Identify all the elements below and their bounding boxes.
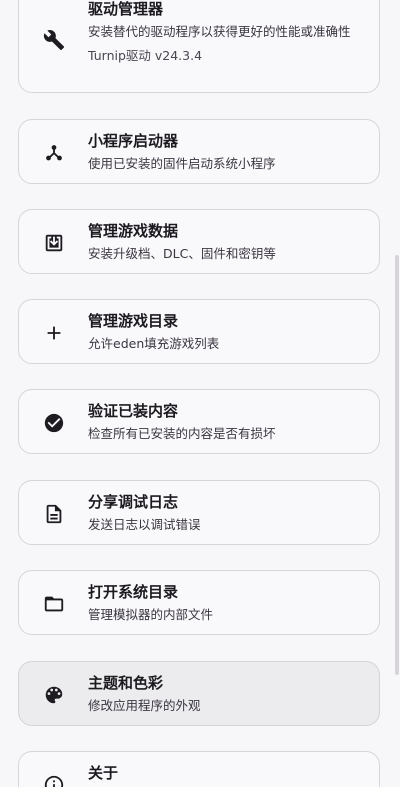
applet-share-icon: [42, 141, 66, 165]
folder-open-icon: [42, 592, 66, 616]
manage-game-data-title: 管理游戏数据: [88, 222, 179, 240]
plus-icon: [42, 321, 66, 345]
about-title: 关于: [88, 764, 119, 782]
scrollbar[interactable]: [395, 255, 399, 675]
manage-game-directory-card[interactable]: 管理游戏目录 允许eden填充游戏列表: [18, 299, 380, 364]
open-system-directory-title: 打开系统目录: [88, 583, 179, 601]
manage-game-directory-subtitle: 允许eden填充游戏列表: [88, 336, 220, 351]
driver-manager-title: 驱动管理器: [88, 0, 164, 18]
manage-game-data-subtitle: 安装升级档、DLC、固件和密钥等: [88, 246, 276, 261]
document-icon: [42, 502, 66, 526]
driver-manager-card[interactable]: 驱动管理器 安装替代的驱动程序以获得更好的性能或准确性 Turnip驱动 v24…: [18, 0, 380, 93]
manage-game-data-card[interactable]: 管理游戏数据 安装升级档、DLC、固件和密钥等: [18, 209, 380, 274]
about-card[interactable]: 关于: [18, 751, 380, 787]
share-debug-log-subtitle: 发送日志以调试错误: [88, 517, 201, 532]
palette-icon: [42, 683, 66, 707]
applet-launcher-card[interactable]: 小程序启动器 使用已安装的固件启动系统小程序: [18, 119, 380, 184]
check-circle-icon: [42, 411, 66, 435]
info-icon: [42, 773, 66, 787]
driver-manager-subtitle: 安装替代的驱动程序以获得更好的性能或准确性: [88, 24, 351, 39]
share-debug-log-title: 分享调试日志: [88, 493, 179, 511]
settings-screen: 驱动管理器 安装替代的驱动程序以获得更好的性能或准确性 Turnip驱动 v24…: [0, 0, 400, 787]
share-debug-log-card[interactable]: 分享调试日志 发送日志以调试错误: [18, 480, 380, 545]
wrench-icon: [42, 28, 66, 52]
verify-content-subtitle: 检查所有已安装的内容是否有损坏: [88, 426, 276, 441]
manage-game-directory-title: 管理游戏目录: [88, 312, 179, 330]
theme-color-card[interactable]: 主题和色彩 修改应用程序的外观: [18, 661, 380, 726]
open-system-directory-card[interactable]: 打开系统目录 管理模拟器的内部文件: [18, 570, 380, 635]
theme-color-subtitle: 修改应用程序的外观: [88, 698, 201, 713]
open-system-directory-subtitle: 管理模拟器的内部文件: [88, 607, 214, 622]
download-box-icon: [42, 231, 66, 255]
driver-version-label: Turnip驱动 v24.3.4: [88, 48, 203, 63]
verify-content-card[interactable]: 验证已装内容 检查所有已安装的内容是否有损坏: [18, 389, 380, 454]
applet-launcher-title: 小程序启动器: [88, 132, 179, 150]
theme-color-title: 主题和色彩: [88, 674, 164, 692]
applet-launcher-subtitle: 使用已安装的固件启动系统小程序: [88, 156, 276, 171]
verify-content-title: 验证已装内容: [88, 402, 179, 420]
